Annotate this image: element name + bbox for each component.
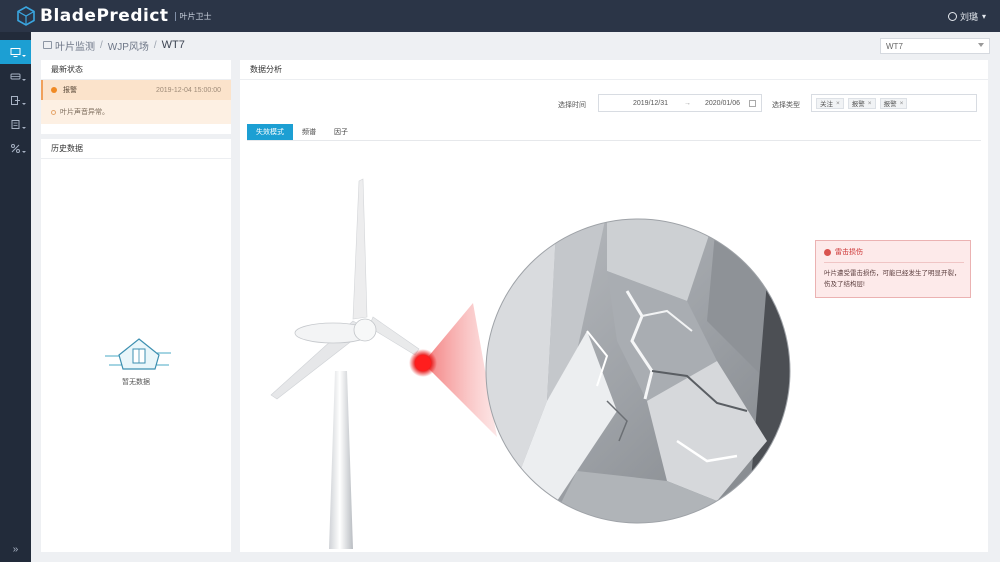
type-multiselect[interactable]: 关注 × 报警 × 报警 × (811, 94, 977, 112)
status-alarm-row[interactable]: 报警 2019-12-04 15:00:00 (41, 80, 231, 100)
status-timestamp: 2019-12-04 15:00:00 (156, 86, 221, 94)
bullet-icon (51, 109, 56, 115)
panel-title: 最新状态 (41, 60, 231, 80)
history-panel: 历史数据 暂无数据 (41, 139, 231, 552)
cube-logo-icon (17, 6, 35, 26)
type-tag[interactable]: 关注 × (816, 97, 844, 109)
chevron-down-icon (22, 127, 26, 129)
warning-icon (51, 87, 57, 93)
sidebar: » (0, 32, 31, 562)
close-icon[interactable]: × (900, 100, 904, 107)
close-icon[interactable]: × (836, 100, 840, 107)
sidebar-collapse-button[interactable]: » (0, 544, 31, 558)
type-tag[interactable]: 报警 × (879, 97, 908, 109)
report-icon (11, 119, 20, 129)
tag-label: 报警 (883, 101, 897, 108)
tag-label: 报警 (851, 101, 865, 108)
percent-icon (11, 143, 20, 153)
chevron-down-icon (22, 55, 26, 57)
filter-bar: 选择时间 2019/12/31 → 2020/01/06 选择类型 关注 × 报警… (240, 94, 988, 114)
sidebar-item-percent[interactable] (0, 136, 31, 160)
monitor-icon (10, 47, 21, 57)
tab-failure-mode[interactable]: 失效模式 (247, 124, 293, 140)
panel-title: 历史数据 (41, 139, 231, 159)
turbine-illustration (270, 178, 791, 549)
turbine-blade (368, 316, 420, 356)
damage-hotspot-core (415, 355, 431, 371)
latest-status-panel: 最新状态 报警 2019-12-04 15:00:00 叶片声音异常。 (41, 60, 231, 134)
chevron-down-icon (978, 43, 984, 47)
type-label: 选择类型 (772, 102, 800, 109)
date-end: 2020/01/06 (705, 100, 741, 107)
analysis-tabs: 失效模式 频谱 因子 (247, 124, 357, 140)
tag-label: 关注 (820, 101, 833, 108)
chevron-down-icon (22, 103, 26, 105)
time-label: 选择时间 (558, 102, 586, 109)
breadcrumb-current: WT7 (161, 39, 185, 51)
panel-title: 数据分析 (240, 60, 988, 80)
chevron-down-icon (22, 79, 26, 81)
alert-divider (824, 262, 964, 263)
breadcrumb-separator: / (153, 39, 157, 51)
turbine-blade (352, 178, 368, 320)
user-icon (947, 11, 957, 21)
export-icon (11, 95, 20, 105)
sidebar-item-report[interactable] (0, 112, 31, 136)
alert-title: 雷击损伤 (824, 247, 863, 257)
crack-closeup (486, 219, 790, 523)
car-icon (10, 73, 21, 79)
breadcrumb-item[interactable]: 叶片监测 (55, 38, 95, 53)
alert-body: 叶片遭受雷击损伤，可能已经发生了明显开裂，伤及了结构层! (824, 270, 961, 288)
empty-text: 暂无数据 (122, 379, 150, 386)
chevron-down-icon: ▾ (981, 11, 986, 21)
calendar-icon (749, 100, 756, 107)
user-name: 刘璐 (959, 11, 978, 22)
turbine-select-value: WT7 (886, 41, 903, 51)
status-note: 叶片声音异常。 (41, 100, 231, 124)
breadcrumb-item[interactable]: WJP风场 (108, 38, 149, 53)
error-icon (824, 248, 831, 256)
analysis-panel: 数据分析 选择时间 2019/12/31 → 2020/01/06 选择类型 关… (240, 60, 988, 552)
status-level: 报警 (63, 87, 77, 94)
tab-spectrum[interactable]: 频谱 (293, 124, 325, 140)
app-subtitle: 叶片卫士 (174, 11, 212, 21)
turbine-select[interactable]: WT7 (880, 38, 990, 54)
turbine-hub (353, 318, 377, 342)
chevron-down-icon (22, 151, 26, 153)
failure-visualization: 雷击损伤 叶片遭受雷击损伤，可能已经发生了明显开裂，伤及了结构层! (247, 141, 981, 549)
damage-alert-card: 雷击损伤 叶片遭受雷击损伤，可能已经发生了明显开裂，伤及了结构层! (815, 240, 971, 298)
date-start: 2019/12/31 (633, 100, 669, 107)
sidebar-item-export[interactable] (0, 88, 31, 112)
tab-factor[interactable]: 因子 (325, 124, 357, 140)
user-menu[interactable]: 刘璐 ▾ (947, 0, 986, 32)
arrow-right-icon: → (684, 100, 691, 107)
close-icon[interactable]: × (868, 100, 872, 107)
breadcrumb-separator: / (100, 39, 103, 51)
breadcrumb: 叶片监测 / WJP风场 / WT7 (43, 38, 185, 53)
sidebar-item-vehicle[interactable] (0, 64, 31, 88)
monitor-icon (43, 41, 52, 49)
app-name: BladePredict (40, 6, 169, 26)
turbine-tower (329, 371, 353, 549)
top-bar: BladePredict 叶片卫士 刘璐 ▾ (0, 0, 1000, 32)
sidebar-item-monitor[interactable] (0, 40, 31, 64)
alert-title-text: 雷击损伤 (835, 249, 863, 256)
date-range-picker[interactable]: 2019/12/31 → 2020/01/06 (598, 94, 762, 112)
type-tag[interactable]: 报警 × (847, 97, 876, 109)
app-logo[interactable]: BladePredict 叶片卫士 (16, 0, 212, 32)
status-note-text: 叶片声音异常。 (60, 109, 109, 116)
breadcrumb-bar: 叶片监测 / WJP风场 / WT7 WT7 (31, 32, 1000, 58)
